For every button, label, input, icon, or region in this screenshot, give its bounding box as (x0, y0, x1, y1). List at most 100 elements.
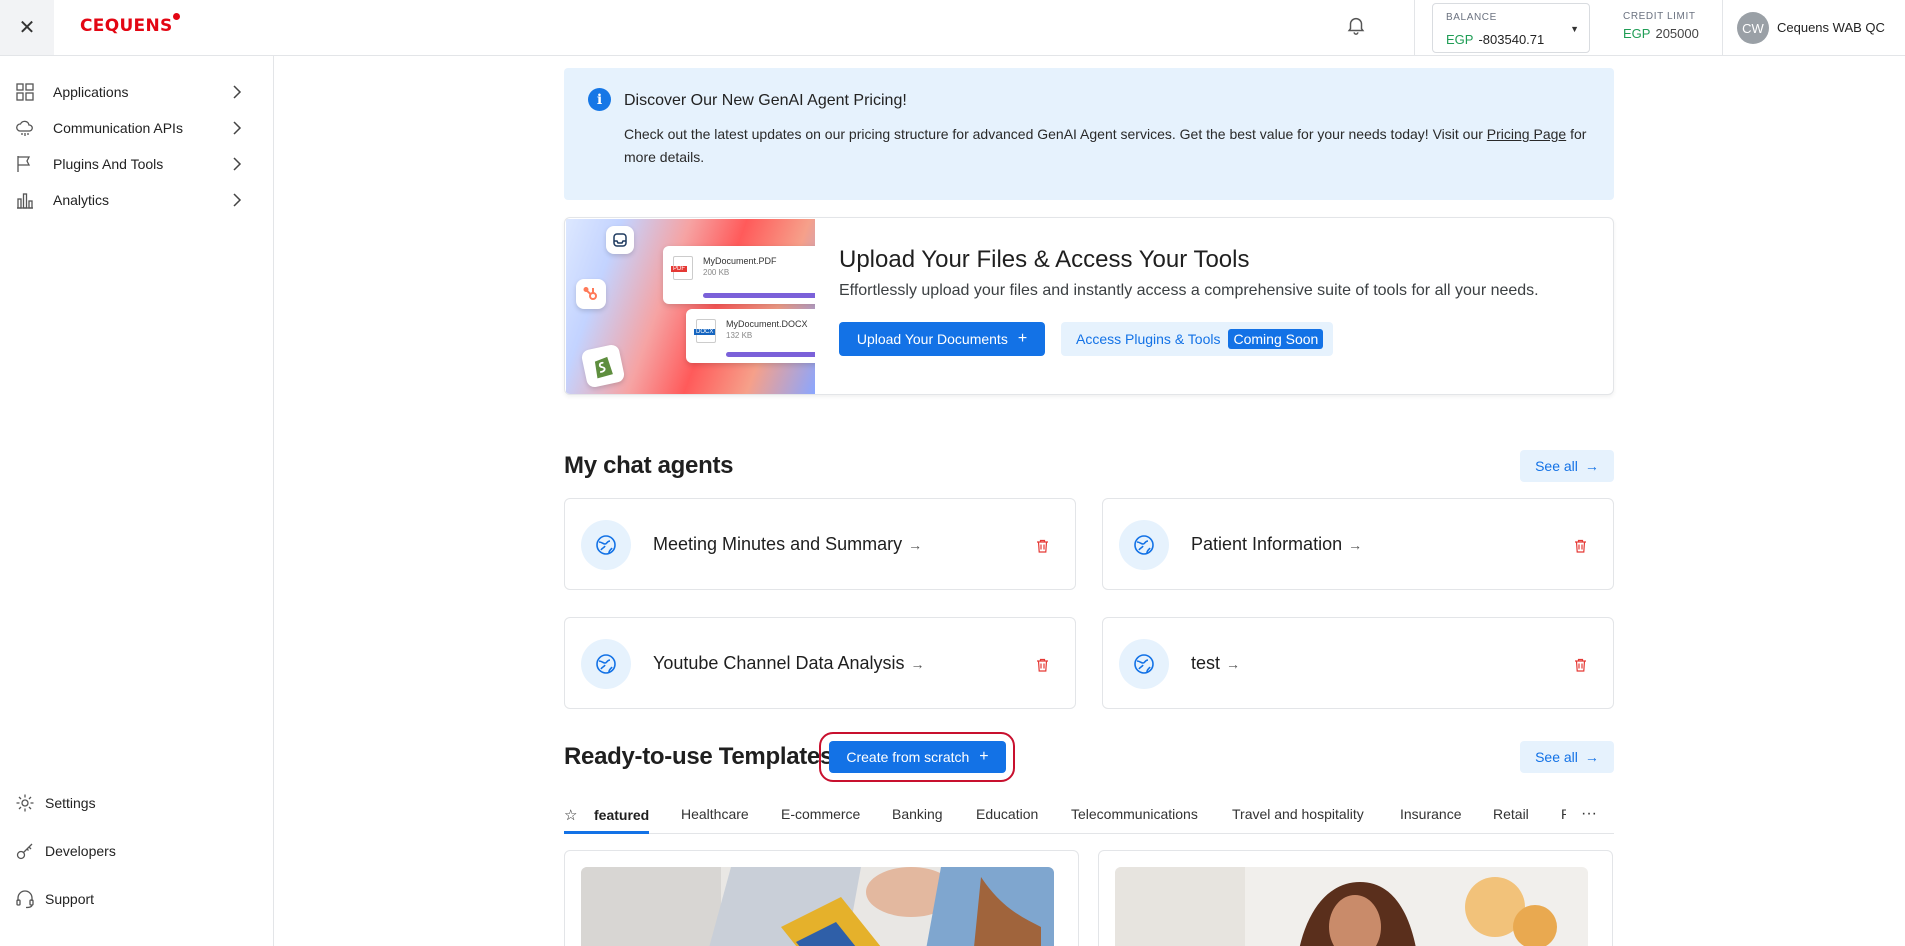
sidebar-item-label: Support (45, 891, 95, 907)
agent-avatar (1119, 520, 1169, 570)
upload-illustration: PDF MyDocument.PDF 200 KB DOCX MyDocumen… (566, 219, 815, 394)
arrow-right-icon: → (1584, 749, 1599, 765)
sidebar-item-label: Analytics (53, 192, 110, 208)
coming-soon-badge: Coming Soon (1228, 329, 1324, 349)
tab-banking[interactable]: Banking (892, 806, 943, 822)
sidebar-item-communication-apis[interactable]: Communication APIs (0, 110, 274, 146)
chevron-right-icon (233, 85, 242, 99)
inbox-app-icon (606, 226, 634, 254)
agents-see-all-button[interactable]: See all → (1520, 450, 1614, 482)
create-from-scratch-button[interactable]: Create from scratch + (829, 741, 1006, 773)
agent-name: test → (1191, 653, 1241, 673)
close-icon[interactable]: ✕ (0, 0, 54, 55)
access-plugins-button[interactable]: Access Plugins & Tools Coming Soon (1061, 322, 1333, 356)
logo[interactable]: CEQUENS (80, 13, 180, 36)
shopify-icon (580, 343, 626, 389)
agent-name: Meeting Minutes and Summary → (653, 534, 923, 554)
woman-photo (1115, 867, 1588, 946)
tab-featured[interactable]: ☆ featured (564, 806, 649, 824)
sidebar-item-label: Applications (53, 84, 129, 100)
template-card[interactable] (564, 850, 1079, 946)
info-icon: i (588, 88, 611, 111)
agent-avatar (581, 639, 631, 689)
trash-icon[interactable] (1036, 658, 1049, 672)
user-name[interactable]: Cequens WAB QC (1777, 20, 1885, 35)
arrow-right-icon: → (908, 537, 923, 553)
header-divider (1414, 0, 1415, 55)
agent-card[interactable]: Meeting Minutes and Summary → (564, 498, 1076, 590)
key-icon (16, 843, 33, 860)
sidebar-item-label: Plugins And Tools (53, 156, 164, 172)
templates-see-all-button[interactable]: See all → (1520, 741, 1614, 773)
banner-body: Check out the latest updates on our pric… (624, 126, 1587, 165)
docx-document-card: DOCX MyDocument.DOCX 132 KB (686, 309, 815, 363)
upload-card: PDF MyDocument.PDF 200 KB DOCX MyDocumen… (564, 217, 1614, 395)
credit-limit: CREDIT LIMIT EGP 205000 (1623, 11, 1699, 41)
sidebar-item-settings[interactable]: Settings (0, 785, 274, 821)
agent-card[interactable]: test → (1102, 617, 1614, 709)
template-image (1115, 867, 1588, 946)
upload-subtitle: Effortlessly upload your files and insta… (839, 282, 1539, 299)
template-card[interactable] (1098, 850, 1613, 946)
sidebar-item-applications[interactable]: Applications (0, 74, 274, 110)
templates-title: Ready-to-use Templates (564, 743, 834, 770)
credit-currency: EGP (1623, 26, 1651, 41)
grid-icon (16, 83, 34, 101)
tab-education[interactable]: Education (976, 806, 1038, 822)
balance-label: BALANCE (1446, 12, 1497, 23)
tab-healthcare[interactable]: Healthcare (681, 806, 749, 822)
caret-down-icon: ▼ (1570, 24, 1579, 34)
top-bar: ✕ CEQUENS BALANCE EGP -803540.71 ▼ CREDIT… (0, 0, 1905, 56)
sidebar: Applications Communication APIs Plugins … (0, 56, 274, 946)
tab-insurance[interactable]: Insurance (1400, 806, 1461, 822)
sidebar-item-label: Communication APIs (53, 120, 183, 136)
tab-travel-and-hospitality[interactable]: Travel and hospitality (1232, 806, 1364, 822)
avatar[interactable]: CW (1737, 12, 1769, 44)
sidebar-item-analytics[interactable]: Analytics (0, 182, 274, 218)
arrow-right-icon: → (1348, 537, 1363, 553)
sidebar-item-label: Settings (45, 795, 96, 811)
balance-currency: EGP (1446, 32, 1474, 47)
shopping-photo (581, 867, 1054, 946)
logo-text: CEQUENS (80, 16, 173, 36)
sidebar-item-support[interactable]: Support (0, 881, 274, 917)
tab-retail[interactable]: Retail (1493, 806, 1529, 822)
trash-icon[interactable] (1036, 539, 1049, 553)
globe-chat-icon (1134, 654, 1154, 674)
agent-avatar (1119, 639, 1169, 689)
headset-icon (16, 890, 34, 909)
chevron-right-icon (233, 157, 242, 171)
balance-dropdown[interactable]: BALANCE EGP -803540.71 ▼ (1432, 3, 1590, 53)
more-tabs-button[interactable]: ··· (1566, 800, 1612, 828)
tab-e-commerce[interactable]: E-commerce (781, 806, 860, 822)
arrow-right-icon: → (910, 656, 925, 672)
gear-icon (16, 794, 34, 812)
sidebar-item-plugins-and-tools[interactable]: Plugins And Tools (0, 146, 274, 182)
bell-icon[interactable] (1345, 13, 1367, 37)
agent-name: Youtube Channel Data Analysis → (653, 653, 925, 673)
credit-amount: 205000 (1655, 26, 1699, 41)
globe-chat-icon (596, 654, 616, 674)
agent-card[interactable]: Youtube Channel Data Analysis → (564, 617, 1076, 709)
pricing-page-link[interactable]: Pricing Page (1487, 126, 1566, 142)
cloud-icon (16, 120, 33, 136)
flag-icon (17, 156, 31, 172)
upload-title: Upload Your Files & Access Your Tools (839, 246, 1250, 273)
trash-icon[interactable] (1574, 539, 1587, 553)
sidebar-item-developers[interactable]: Developers (0, 833, 274, 869)
tab-telecommunications[interactable]: Telecommunications (1071, 806, 1198, 822)
pdf-document-card: PDF MyDocument.PDF 200 KB (663, 246, 815, 304)
sidebar-item-label: Developers (45, 843, 116, 859)
template-category-tabs: ☆ featured Healthcare E-commerce Banking … (564, 800, 1614, 834)
plus-icon: + (1017, 330, 1028, 347)
balance-amount: -803540.71 (1478, 32, 1545, 47)
agent-card[interactable]: Patient Information → (1102, 498, 1614, 590)
bar-chart-icon (17, 193, 33, 209)
credit-limit-label: CREDIT LIMIT (1623, 11, 1696, 22)
upload-documents-button[interactable]: Upload Your Documents + (839, 322, 1045, 356)
trash-icon[interactable] (1574, 658, 1587, 672)
chevron-right-icon (233, 121, 242, 135)
agent-name: Patient Information → (1191, 534, 1363, 554)
chevron-right-icon (233, 193, 242, 207)
agent-avatar (581, 520, 631, 570)
